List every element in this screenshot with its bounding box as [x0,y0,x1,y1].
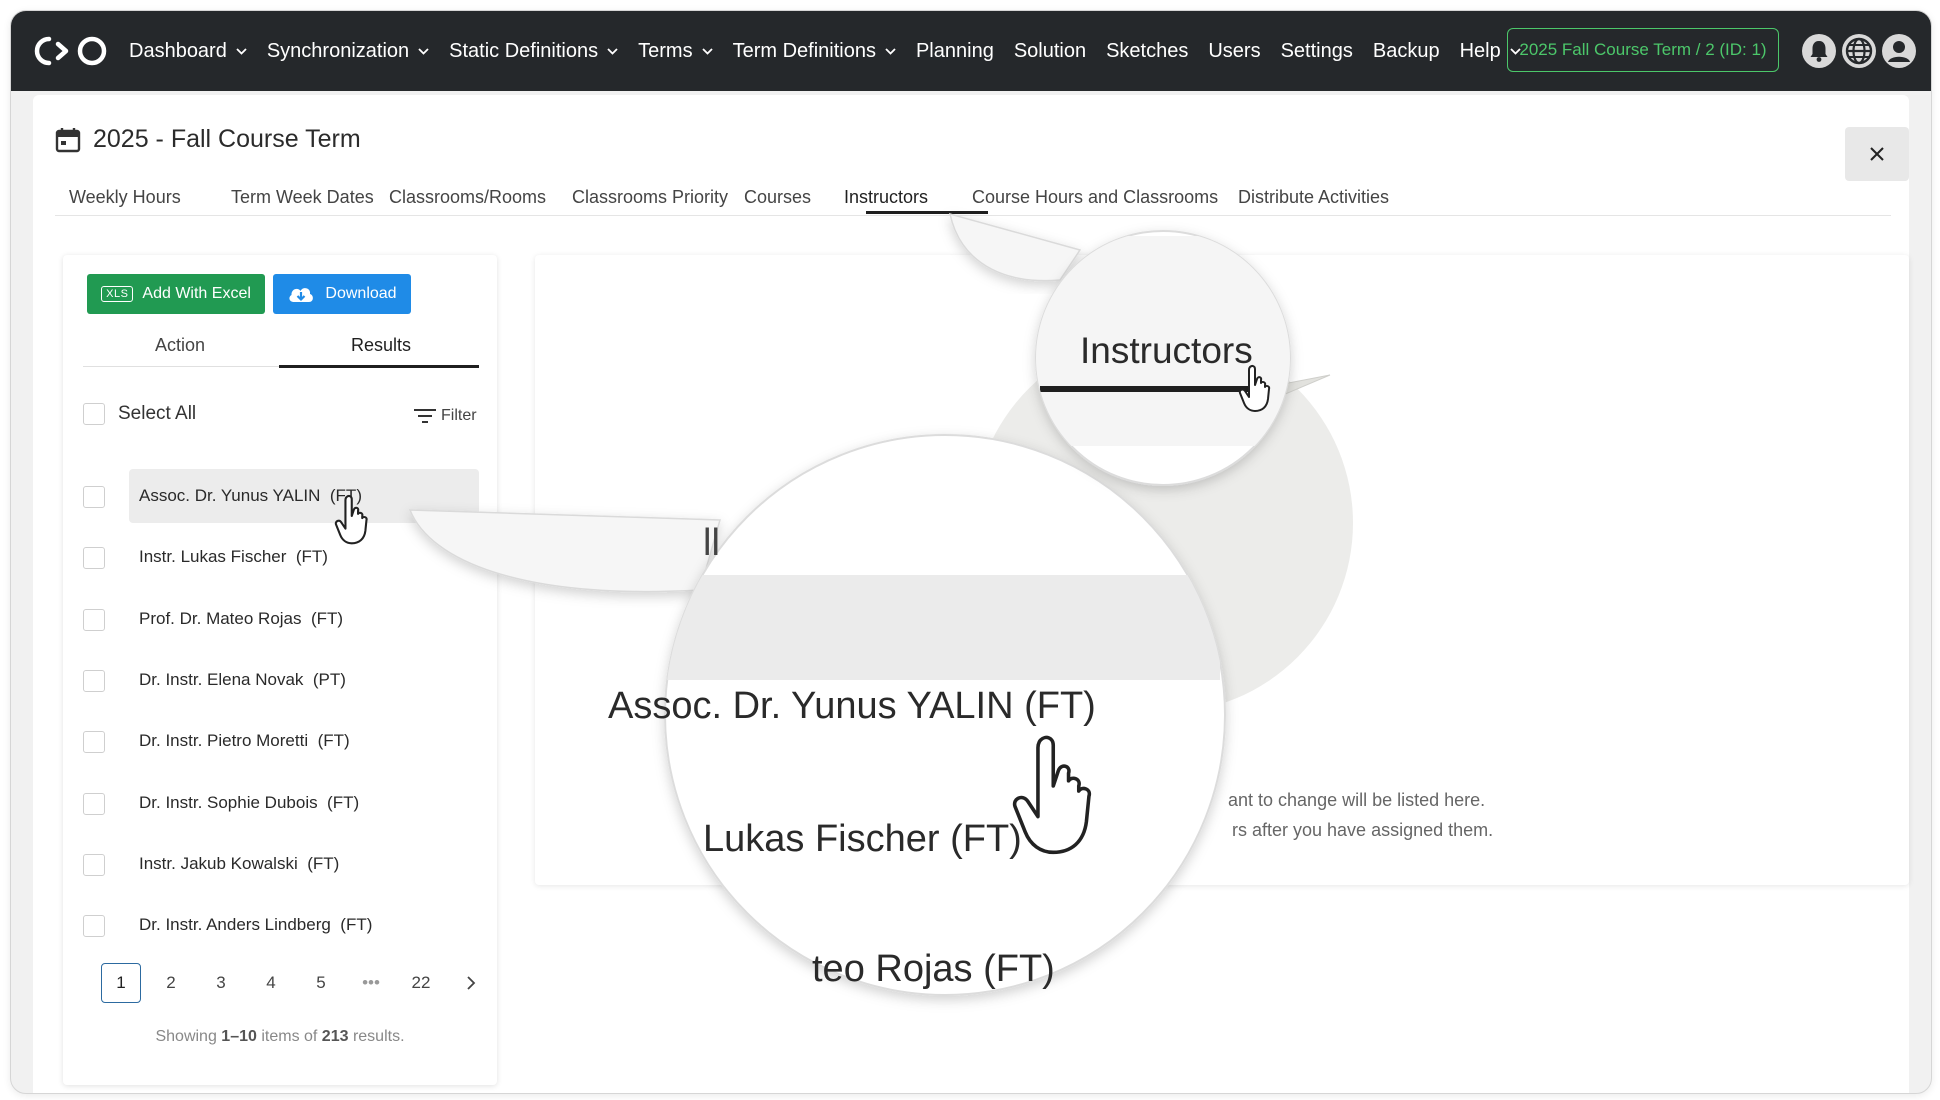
nav-menu: Dashboard Synchronization Static Definitio… [129,11,1541,91]
chevron-down-icon [236,47,247,55]
magnified-row-1: Assoc. Dr. Yunus YALIN (FT) [608,685,1096,727]
download-label: Download [325,285,397,302]
row-checkbox[interactable] [83,669,105,692]
page-button[interactable]: 5 [301,963,341,1003]
active-term-button[interactable]: 2025 Fall Course Term / 2 (ID: 1) [1507,28,1779,72]
list-item: Instr. Lukas Fischer (FT) [83,530,479,584]
select-all-label: Select All [118,403,197,424]
nav-item-static-definitions[interactable]: Static Definitions [449,40,618,63]
row-checkbox[interactable] [83,915,105,938]
globe-icon[interactable] [1841,33,1877,69]
nav-item-users[interactable]: Users [1208,40,1260,63]
row-checkbox[interactable] [83,853,105,876]
bell-icon[interactable] [1801,33,1837,69]
close-icon [1870,147,1884,161]
magnified-tab-label: Instructors [1080,330,1253,371]
calendar-icon [55,127,81,152]
tab-classrooms-priority[interactable]: Classrooms Priority [572,187,728,221]
magnified-partial-text: ll [703,522,720,564]
list-item: Prof. Dr. Mateo Rojas (FT) [83,592,479,646]
chevron-down-icon [701,47,713,55]
nav-item-dashboard[interactable]: Dashboard [129,40,247,63]
nav-item-backup[interactable]: Backup [1373,40,1440,63]
add-with-excel-button[interactable]: XLS Add With Excel [87,274,265,314]
page-title: 2025 - Fall Course Term [93,125,361,153]
pagination: 1 2 3 4 5 ••• 22 [101,963,501,1003]
nav-item-settings[interactable]: Settings [1281,40,1353,63]
instructor-name[interactable]: Dr. Instr. Anders Lindberg (FT) [129,898,479,952]
subtab-active-indicator [279,365,479,368]
list-item: Dr. Instr. Anders Lindberg (FT) [83,898,479,952]
page-button[interactable]: 22 [401,963,441,1003]
magnified-row-2: Lukas Fischer (FT) [703,818,1022,860]
results-summary: Showing 1–10 items of 213 results. [155,1028,405,1045]
list-item: Instr. Jakub Kowalski (FT) [83,837,479,891]
chevron-right-icon [467,976,476,990]
nav-item-synchronization[interactable]: Synchronization [267,40,429,63]
instructor-name[interactable]: Instr. Jakub Kowalski (FT) [129,837,479,891]
nav-item-term-definitions[interactable]: Term Definitions [733,40,896,63]
page-button[interactable]: 4 [251,963,291,1003]
app-window: Dashboard Synchronization Static Definitio… [10,10,1932,1094]
empty-state-line-1: ant to change will be listed here. [1228,790,1486,810]
add-with-excel-label: Add With Excel [142,285,251,302]
tab-classrooms-rooms[interactable]: Classrooms/Rooms [389,187,546,221]
list-item: Dr. Instr. Elena Novak (PT) [83,653,479,707]
row-checkbox[interactable] [83,792,105,815]
instructor-name[interactable]: Dr. Instr. Elena Novak (PT) [129,653,479,707]
select-all: Select All [83,403,196,425]
page-button[interactable]: 2 [151,963,191,1003]
tab-distribute-activities[interactable]: Distribute Activities [1238,187,1389,221]
term-detail-panel: 2025 - Fall Course Term Weekly Hours Term… [33,95,1909,1093]
excel-icon: XLS [101,286,134,302]
tab-weekly-hours[interactable]: Weekly Hours [69,187,181,221]
tab-course-hours-and-classrooms[interactable]: Course Hours and Classrooms [972,187,1218,221]
instructor-name[interactable]: Instr. Lukas Fischer (FT) [129,530,479,584]
instructor-name[interactable]: Assoc. Dr. Yunus YALIN (FT) [129,469,479,523]
next-page-button[interactable] [451,963,491,1003]
nav-item-solution[interactable]: Solution [1014,40,1086,63]
filter-icon [414,409,436,423]
magnified-row-3: teo Rojas (FT) [812,948,1055,990]
app-logo[interactable] [29,33,113,69]
instructor-name[interactable]: Prof. Dr. Mateo Rojas (FT) [129,592,479,646]
nav-item-sketches[interactable]: Sketches [1106,40,1188,63]
row-checkbox[interactable] [83,731,105,754]
select-all-checkbox[interactable] [83,403,105,425]
active-tab-indicator [866,211,988,214]
row-checkbox[interactable] [83,608,105,631]
empty-state-line-2: rs after you have assigned them. [1232,820,1494,840]
row-checkbox[interactable] [83,547,105,570]
list-item: Dr. Instr. Sophie Dubois (FT) [83,776,479,830]
user-icon[interactable] [1881,33,1917,69]
close-button[interactable] [1845,127,1909,181]
list-item: Dr. Instr. Pietro Moretti (FT) [83,714,479,768]
nav-item-planning[interactable]: Planning [916,40,994,63]
tab-courses[interactable]: Courses [744,187,811,221]
filter-label: Filter [441,407,477,424]
instructors-list-panel: XLS Add With Excel Download Action Resul… [63,255,497,1085]
top-navbar: Dashboard Synchronization Static Definitio… [11,11,1931,91]
row-checkbox[interactable] [83,486,105,508]
tab-instructors[interactable]: Instructors [844,187,928,221]
chevron-down-icon [607,47,618,55]
instructor-name[interactable]: Dr. Instr. Pietro Moretti (FT) [129,714,479,768]
page-header: 2025 - Fall Course Term [55,125,361,154]
pagination-ellipsis: ••• [362,973,380,992]
download-button[interactable]: Download [273,274,411,314]
subtab-action[interactable]: Action [155,335,205,356]
nav-item-terms[interactable]: Terms [638,40,713,63]
tab-term-week-dates[interactable]: Term Week Dates [231,187,374,221]
chevron-down-icon [885,47,896,55]
filter-button[interactable]: Filter [413,407,477,425]
list-item: Assoc. Dr. Yunus YALIN (FT) [83,469,479,523]
subtab-results[interactable]: Results [351,335,411,356]
chevron-down-icon [418,47,429,55]
page-button[interactable]: 3 [201,963,241,1003]
page-button[interactable]: 1 [101,963,141,1003]
cloud-download-icon [289,288,314,302]
instructor-name[interactable]: Dr. Instr. Sophie Dubois (FT) [129,776,479,830]
